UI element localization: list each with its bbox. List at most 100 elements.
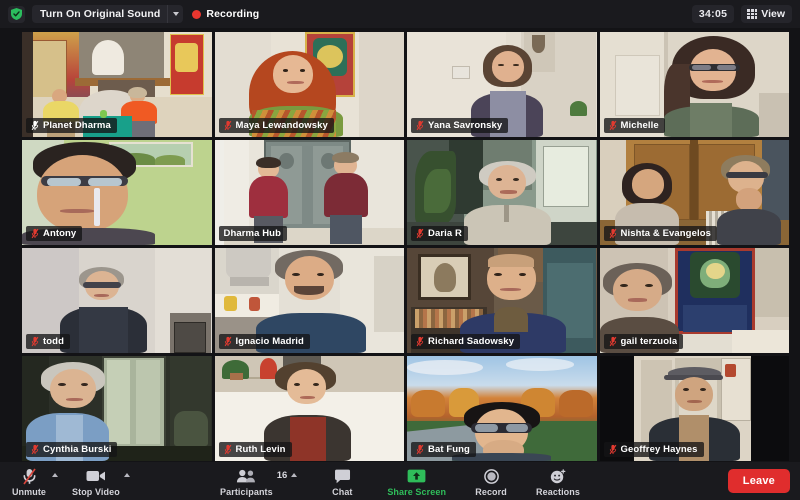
unmute-label: Unmute — [11, 486, 47, 497]
participant-nametag: Nishta & Evangelos — [603, 226, 717, 241]
participants-button[interactable]: Participants — [220, 466, 273, 497]
people-icon — [236, 468, 256, 485]
video-tile[interactable]: Ruth Levin — [214, 356, 404, 461]
microphone-muted-icon — [31, 120, 39, 131]
microphone-muted-icon — [31, 336, 39, 347]
participants-options-chevron-up-icon[interactable] — [291, 472, 298, 477]
video-tile[interactable]: Maya Lewandowsky — [214, 32, 404, 137]
participant-nametag: Bat Fung — [411, 442, 476, 457]
participant-name: Dharma Hub — [223, 228, 281, 239]
zoom-meeting-window: Turn On Original Sound Recording 34:05 V… — [0, 0, 800, 500]
speech-bubble-icon — [334, 468, 351, 485]
video-tile[interactable]: Yana Savronsky — [407, 32, 597, 137]
participant-nametag: Ignacio Madrid — [218, 334, 310, 349]
participant-nametag: Cynthia Burski — [26, 442, 118, 457]
chevron-down-glyph — [172, 12, 179, 16]
participant-name: Geoffrey Haynes — [620, 444, 698, 455]
audio-options-chevron-up-icon[interactable] — [52, 472, 58, 477]
microphone-muted-icon — [416, 444, 424, 455]
unmute-control-group: Unmute — [10, 466, 58, 497]
participant-name: gail terzuola — [620, 336, 678, 347]
microphone-muted-icon — [224, 120, 231, 131]
video-tile[interactable]: gail terzuola — [599, 248, 789, 353]
participant-nametag: Yana Savronsky — [411, 118, 509, 133]
chevron-down-icon[interactable] — [167, 5, 183, 23]
unmute-button[interactable]: Unmute — [10, 466, 48, 497]
participant-name: Bat Fung — [428, 444, 470, 455]
participant-nametag: Dharma Hub — [218, 226, 287, 241]
microphone-muted-icon — [31, 444, 39, 455]
record-button[interactable]: Record — [472, 466, 510, 497]
participant-name: Yana Savronsky — [428, 120, 503, 131]
stop-video-button[interactable]: Stop Video — [72, 466, 120, 497]
participant-nametag: Daria R — [411, 226, 468, 241]
chat-button[interactable]: Chat — [323, 466, 361, 497]
video-row: todd Ignacio Madrid Richard Sadowsky gai… — [22, 248, 789, 353]
microphone-muted-icon — [22, 467, 37, 485]
recording-label: Recording — [206, 8, 260, 20]
original-sound-control[interactable]: Turn On Original Sound — [32, 5, 184, 23]
video-tile[interactable]: Nishta & Evangelos — [599, 140, 789, 245]
participant-name: Ignacio Madrid — [235, 336, 304, 347]
stop-video-label: Stop Video — [72, 486, 120, 497]
microphone-muted-icon — [416, 120, 424, 131]
video-tile[interactable]: todd — [22, 248, 212, 353]
participant-name: Richard Sadowsky — [428, 336, 515, 347]
video-tile[interactable]: Bat Fung — [407, 356, 597, 461]
video-row: Planet Dharma Maya Lewandowsky Yana Savr… — [22, 32, 789, 137]
toolbar-center-group: Participants 16 Chat Share Screen Record… — [220, 466, 580, 497]
recording-dot-icon — [192, 9, 202, 19]
top-bar-right-group: 34:05 View — [691, 5, 792, 23]
microphone-muted-icon — [224, 336, 231, 347]
view-button-label: View — [761, 8, 785, 20]
share-screen-button[interactable]: Share Screen — [387, 466, 446, 497]
participant-name: Antony — [43, 228, 77, 239]
microphone-muted-icon — [609, 120, 616, 131]
video-tile[interactable]: Daria R — [407, 140, 597, 245]
participant-name: Ruth Levin — [235, 444, 286, 455]
video-tile[interactable]: Dharma Hub — [214, 140, 404, 245]
participants-control-group: Participants 16 — [220, 466, 298, 497]
share-screen-icon — [407, 468, 426, 485]
shield-check-glyph — [11, 8, 22, 20]
video-tile[interactable]: Geoffrey Haynes — [599, 356, 789, 461]
participant-name: Maya Lewandowsky — [235, 120, 328, 131]
view-button[interactable]: View — [741, 5, 792, 23]
microphone-muted-icon — [416, 228, 424, 239]
video-tile[interactable]: Antony — [22, 140, 212, 245]
participant-name: Planet Dharma — [43, 120, 111, 131]
original-sound-label: Turn On Original Sound — [40, 8, 161, 20]
video-options-chevron-up-icon[interactable] — [123, 472, 130, 477]
participant-nametag: Planet Dharma — [26, 118, 117, 133]
video-row: Antony Dharma Hub Daria R Nishta & Evang… — [22, 140, 789, 245]
video-tile[interactable]: Richard Sadowsky — [407, 248, 597, 353]
video-tile[interactable]: Planet Dharma — [22, 32, 212, 137]
video-tile-grid: Planet Dharma Maya Lewandowsky Yana Savr… — [0, 28, 800, 462]
video-tile[interactable]: Michelle — [599, 32, 789, 137]
recording-indicator[interactable]: Recording — [192, 8, 259, 20]
participant-nametag: todd — [26, 334, 70, 349]
participant-nametag: Michelle — [603, 118, 665, 133]
video-tile[interactable]: Ignacio Madrid — [214, 248, 404, 353]
video-camera-icon — [86, 468, 106, 485]
participant-name: Nishta & Evangelos — [620, 228, 711, 239]
participant-nametag: gail terzuola — [603, 334, 684, 349]
participant-name: todd — [43, 336, 64, 347]
chat-label: Chat — [332, 486, 353, 497]
participants-count: 16 — [276, 469, 288, 481]
leave-button[interactable]: Leave — [727, 469, 790, 493]
participant-nametag: Antony — [26, 226, 83, 241]
record-circle-icon — [483, 468, 499, 485]
participant-nametag: Maya Lewandowsky — [218, 118, 334, 133]
meeting-controls-toolbar: Unmute Stop Video Participants 16 Chat S… — [0, 462, 800, 500]
participant-name: Michelle — [620, 120, 659, 131]
participant-nametag: Richard Sadowsky — [411, 334, 521, 349]
video-tile[interactable]: Cynthia Burski — [22, 356, 212, 461]
shield-check-icon[interactable] — [8, 5, 25, 23]
microphone-muted-icon — [609, 444, 616, 455]
reactions-button[interactable]: Reactions — [536, 466, 580, 497]
participant-name: Cynthia Burski — [43, 444, 112, 455]
grid-icon — [747, 9, 758, 19]
video-control-group: Stop Video — [72, 466, 130, 497]
microphone-muted-icon — [224, 444, 231, 455]
